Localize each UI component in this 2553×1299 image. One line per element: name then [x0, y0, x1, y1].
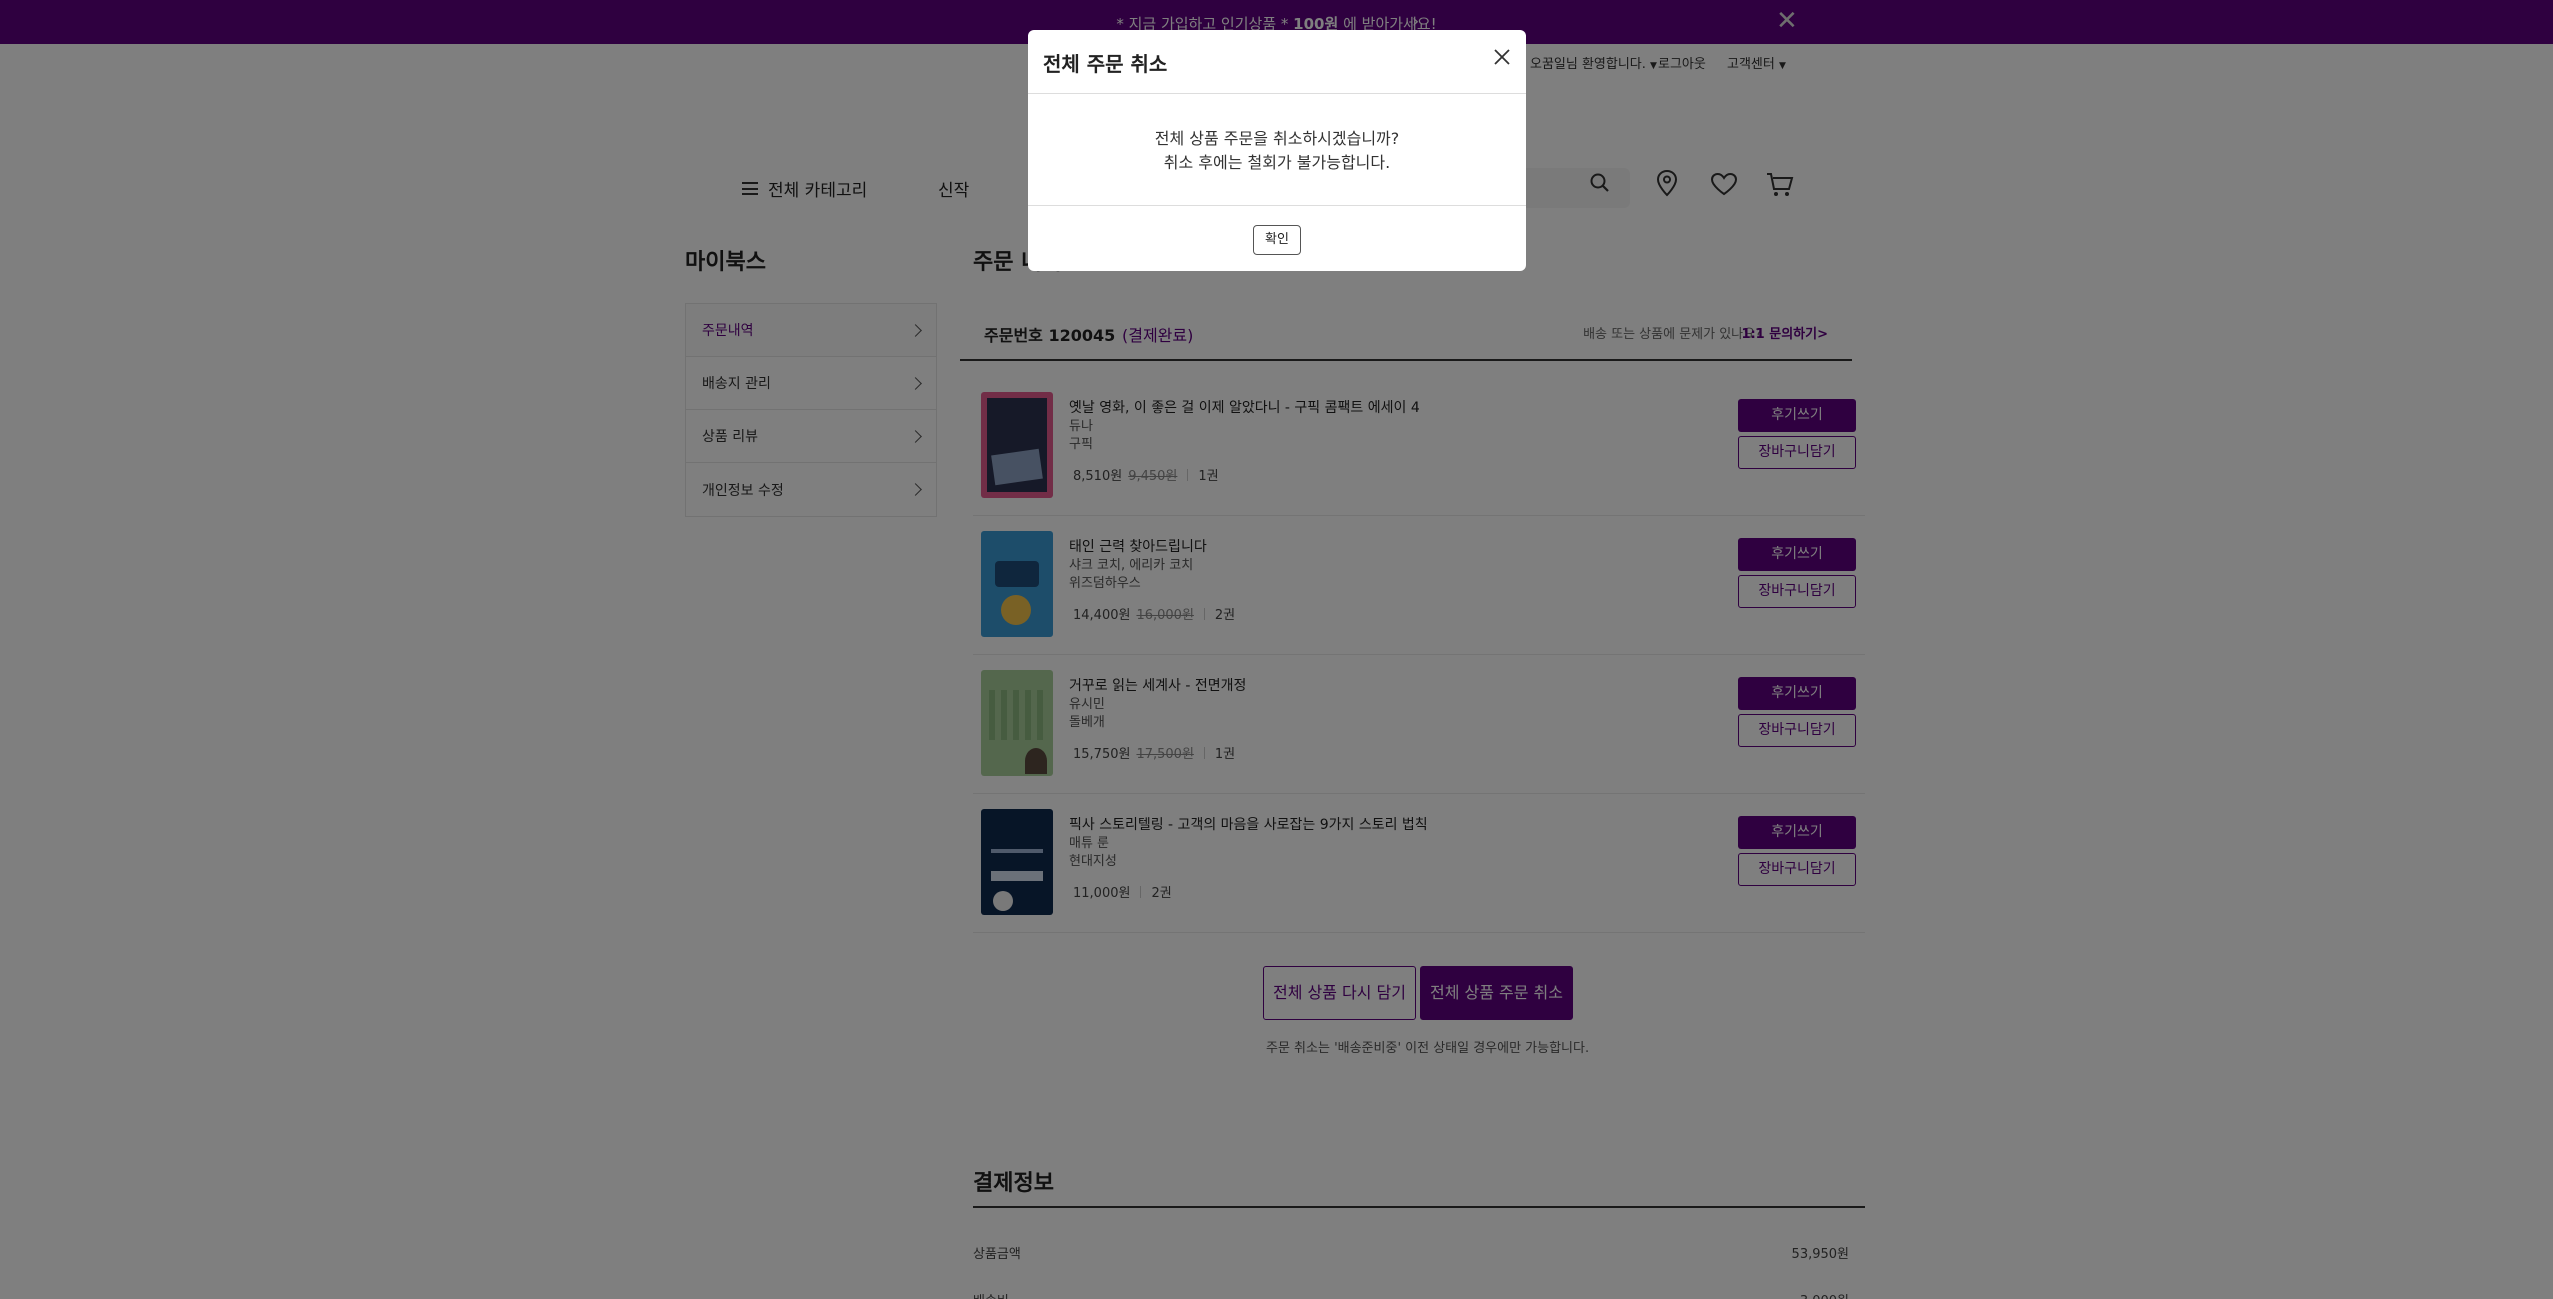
dialog-message: 전체 상품 주문을 취소하시겠습니까? 취소 후에는 철회가 불가능합니다. — [1154, 129, 1400, 172]
dialog-divider — [1028, 93, 1526, 94]
cancel-order-dialog: 전체 주문 취소 전체 상품 주문을 취소하시겠습니까? 취소 후에는 철회가 … — [1028, 30, 1526, 271]
dialog-title: 전체 주문 취소 — [1043, 52, 1168, 76]
close-icon[interactable] — [1492, 47, 1512, 67]
dialog-divider — [1028, 205, 1526, 206]
confirm-button[interactable]: 확인 — [1253, 225, 1301, 255]
